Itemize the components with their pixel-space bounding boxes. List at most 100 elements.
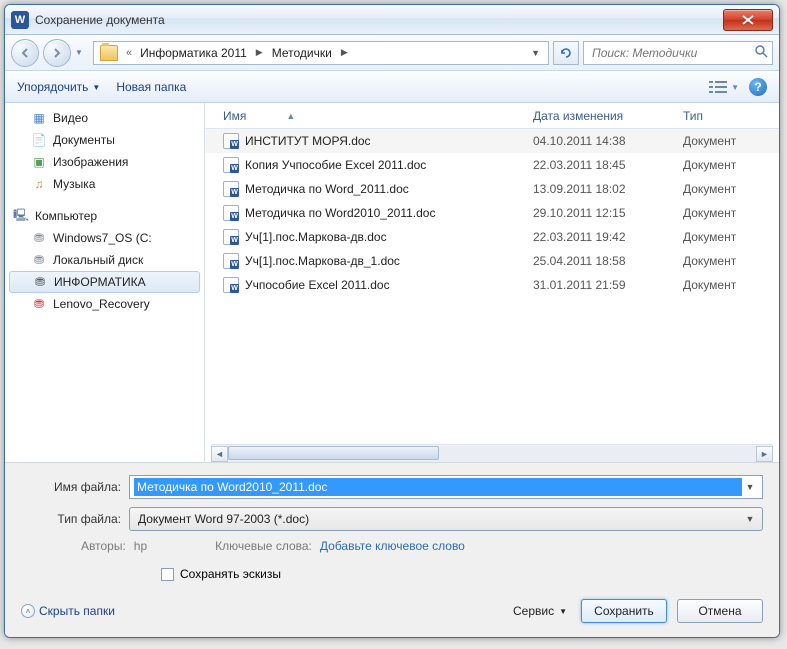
scroll-left-button[interactable]: ◄ <box>211 446 228 462</box>
file-row[interactable]: Методичка по Word_2011.doc13.09.2011 18:… <box>205 177 779 201</box>
keywords-label: Ключевые слова: <box>215 539 312 553</box>
address-bar[interactable]: « Информатика 2011 ▶ Методички ▶ ▼ <box>93 41 549 65</box>
column-headers: Имя ▲ Дата изменения Тип <box>205 103 779 129</box>
keywords-value[interactable]: Добавьте ключевое слово <box>320 539 465 553</box>
drive-icon: ⛃ <box>31 296 47 312</box>
address-dropdown[interactable]: ▼ <box>525 48 546 58</box>
word-doc-icon <box>223 157 239 173</box>
meta-row: Авторы: hp Ключевые слова: Добавьте ключ… <box>21 539 763 553</box>
computer-icon: 🖳 <box>13 208 29 224</box>
refresh-icon <box>559 46 573 60</box>
word-doc-icon <box>223 253 239 269</box>
hide-folders-button[interactable]: ˄ Скрыть папки <box>21 604 115 618</box>
file-type-text: Документ <box>683 158 779 172</box>
file-type-text: Документ <box>683 134 779 148</box>
file-row[interactable]: Копия Учпособие Excel 2011.doc22.03.2011… <box>205 153 779 177</box>
chevron-right-icon[interactable]: ▶ <box>338 47 351 58</box>
chevron-down-icon[interactable]: ▼ <box>742 482 758 492</box>
authors-value[interactable]: hp <box>134 539 147 553</box>
filetype-value: Документ Word 97-2003 (*.doc) <box>134 512 742 526</box>
chevron-down-icon: ▼ <box>731 83 739 92</box>
scroll-thumb[interactable] <box>228 446 439 460</box>
file-row[interactable]: ИНСТИТУТ МОРЯ.doc04.10.2011 14:38Докумен… <box>205 129 779 153</box>
tools-menu[interactable]: Сервис ▼ <box>509 602 571 620</box>
view-mode-button[interactable]: ▼ <box>709 80 739 94</box>
filetype-label: Тип файла: <box>21 512 121 526</box>
sidebar-label: ИНФОРМАТИКА <box>54 275 146 289</box>
nav-history-dropdown[interactable]: ▼ <box>75 48 89 57</box>
filename-label: Имя файла: <box>21 480 121 494</box>
help-button[interactable]: ? <box>749 78 767 96</box>
scroll-track[interactable] <box>228 446 756 462</box>
form-area: Имя файла: ▼ Тип файла: Документ Word 97… <box>5 462 779 637</box>
column-header-name[interactable]: Имя ▲ <box>223 109 533 123</box>
filename-row: Имя файла: ▼ <box>21 475 763 499</box>
close-button[interactable] <box>723 9 773 31</box>
refresh-button[interactable] <box>553 41 579 65</box>
file-name-text: Методичка по Word_2011.doc <box>245 182 409 196</box>
body: ▦ Видео 📄 Документы ▣ Изображения ♫ Музы… <box>5 103 779 462</box>
search-box[interactable] <box>583 41 773 65</box>
sidebar-item-music[interactable]: ♫ Музыка <box>5 173 204 195</box>
cancel-button[interactable]: Отмена <box>677 599 763 623</box>
file-name-text: Учпособие Excel 2011.doc <box>245 278 390 292</box>
thumbnails-label[interactable]: Сохранять эскизы <box>180 567 281 581</box>
close-icon <box>742 15 754 25</box>
filename-input[interactable] <box>134 478 742 496</box>
arrow-left-icon <box>20 48 30 58</box>
search-icon <box>755 45 768 61</box>
drive-icon: ⛃ <box>31 230 47 246</box>
scroll-right-button[interactable]: ► <box>756 446 773 462</box>
sidebar-item-computer[interactable]: 🖳 Компьютер <box>5 205 204 227</box>
back-button[interactable] <box>11 39 39 67</box>
new-folder-label: Новая папка <box>116 80 186 94</box>
file-pane: Имя ▲ Дата изменения Тип ИНСТИТУТ МОРЯ.d… <box>205 103 779 462</box>
file-date-text: 31.01.2011 21:59 <box>533 278 683 292</box>
chevron-up-icon: ˄ <box>21 604 35 618</box>
column-header-date[interactable]: Дата изменения <box>533 109 683 123</box>
filename-combo[interactable]: ▼ <box>129 475 763 499</box>
file-row[interactable]: Учпособие Excel 2011.doc 31.01.2011 21:59… <box>205 273 779 297</box>
filetype-row: Тип файла: Документ Word 97-2003 (*.doc)… <box>21 507 763 531</box>
sidebar-item-informatika[interactable]: ⛃ ИНФОРМАТИКА <box>9 271 200 293</box>
file-type-text: Документ <box>683 182 779 196</box>
file-list: ИНСТИТУТ МОРЯ.doc04.10.2011 14:38Докумен… <box>205 129 779 440</box>
sidebar: ▦ Видео 📄 Документы ▣ Изображения ♫ Музы… <box>5 103 205 462</box>
forward-button[interactable] <box>43 39 71 67</box>
titlebar: W Сохранение документа <box>5 5 779 35</box>
file-row[interactable]: Уч[1].пос.Маркова-дв_1.doc25.04.2011 18:… <box>205 249 779 273</box>
search-input[interactable] <box>590 45 751 61</box>
horizontal-scrollbar[interactable]: ◄ ► <box>211 444 773 462</box>
sidebar-item-local-disk[interactable]: ⛃ Локальный диск <box>5 249 204 271</box>
save-button[interactable]: Сохранить <box>581 599 667 623</box>
sort-ascending-icon: ▲ <box>286 111 295 121</box>
breadcrumb-chevrons[interactable]: « <box>124 47 134 59</box>
organize-menu[interactable]: Упорядочить ▼ <box>17 80 100 94</box>
breadcrumb-part-2[interactable]: Методички <box>268 44 336 62</box>
word-doc-icon <box>223 277 239 293</box>
file-name-text: Уч[1].пос.Маркова-дв_1.doc <box>245 254 400 268</box>
file-row[interactable]: Методичка по Word2010_2011.doc29.10.2011… <box>205 201 779 225</box>
breadcrumb-part-1[interactable]: Информатика 2011 <box>136 44 251 62</box>
thumbnails-checkbox[interactable] <box>161 568 174 581</box>
sidebar-item-documents[interactable]: 📄 Документы <box>5 129 204 151</box>
column-header-type[interactable]: Тип <box>683 109 779 123</box>
word-doc-icon <box>223 205 239 221</box>
documents-icon: 📄 <box>31 132 47 148</box>
filetype-combo[interactable]: Документ Word 97-2003 (*.doc) ▼ <box>129 507 763 531</box>
chevron-right-icon[interactable]: ▶ <box>253 47 266 58</box>
file-row[interactable]: Уч[1].пос.Маркова-дв.doc22.03.2011 19:42… <box>205 225 779 249</box>
sidebar-item-images[interactable]: ▣ Изображения <box>5 151 204 173</box>
file-date-text: 29.10.2011 12:15 <box>533 206 683 220</box>
organize-label: Упорядочить <box>17 80 88 94</box>
word-doc-icon <box>223 229 239 245</box>
chevron-down-icon: ▼ <box>92 83 100 92</box>
file-type-text: Документ <box>683 278 779 292</box>
sidebar-label: Документы <box>53 133 115 147</box>
sidebar-item-lenovo-recovery[interactable]: ⛃ Lenovo_Recovery <box>5 293 204 315</box>
drive-icon: ⛃ <box>32 274 48 290</box>
sidebar-item-video[interactable]: ▦ Видео <box>5 107 204 129</box>
new-folder-button[interactable]: Новая папка <box>116 80 186 94</box>
chevron-down-icon[interactable]: ▼ <box>742 514 758 524</box>
sidebar-item-drive-c[interactable]: ⛃ Windows7_OS (C: <box>5 227 204 249</box>
